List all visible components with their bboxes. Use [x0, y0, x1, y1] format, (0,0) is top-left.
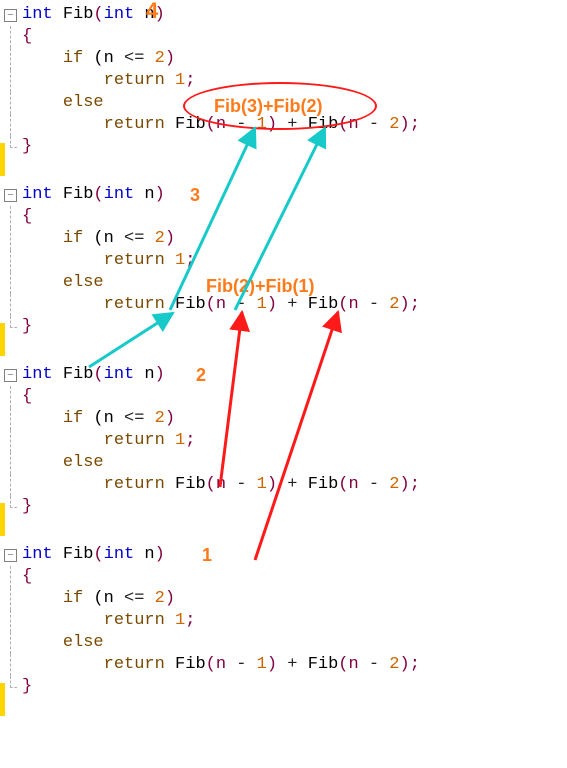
code-line: } [22, 676, 32, 698]
fold-toggle-icon[interactable]: − [4, 9, 17, 22]
code-diagram: − int Fib(int n) { if (n <= 2) return 1;… [0, 0, 567, 768]
code-line: return 1; [22, 250, 195, 272]
code-line: else [22, 92, 104, 114]
fold-toggle-icon[interactable]: − [4, 189, 17, 202]
code-block-1: − int Fib(int n) { if (n <= 2) return 1;… [0, 4, 420, 158]
code-block-3: − int Fib(int n) { if (n <= 2) return 1;… [0, 364, 420, 518]
change-marker [0, 683, 5, 716]
code-line: return 1; [22, 70, 195, 92]
code-line: } [22, 136, 32, 158]
code-block-2: − int Fib(int n) { if (n <= 2) return 1;… [0, 184, 420, 338]
code-line: { [22, 26, 32, 48]
code-line: } [22, 496, 32, 518]
annotation-n4: 4 [146, 0, 158, 22]
code-line: if (n <= 2) [22, 588, 175, 610]
change-marker [0, 323, 5, 356]
code-line: return 1; [22, 430, 195, 452]
fold-toggle-icon[interactable]: − [4, 369, 17, 382]
code-line: } [22, 316, 32, 338]
code-line: int Fib(int n) [22, 544, 165, 566]
code-line: if (n <= 2) [22, 48, 175, 70]
code-line: int Fib(int n) [22, 184, 165, 206]
code-line: { [22, 206, 32, 228]
code-line: return Fib(n - 1) + Fib(n - 2); [22, 654, 420, 676]
change-marker [0, 503, 5, 536]
code-line: return Fib(n - 1) + Fib(n - 2); [22, 474, 420, 496]
code-block-4: − int Fib(int n) { if (n <= 2) return 1;… [0, 544, 420, 698]
code-line: return Fib(n - 1) + Fib(n - 2); [22, 294, 420, 316]
annotation-n3: 3 [190, 184, 200, 206]
code-line: { [22, 386, 32, 408]
code-line: else [22, 632, 104, 654]
annotation-n2: 2 [196, 364, 206, 386]
annotation-fib21: Fib(2)+Fib(1) [206, 275, 315, 297]
code-line: else [22, 452, 104, 474]
fold-toggle-icon[interactable]: − [4, 549, 17, 562]
code-line: else [22, 272, 104, 294]
code-line: int Fib(int n) [22, 364, 165, 386]
change-marker [0, 143, 5, 176]
code-line: int Fib(int n) [22, 4, 165, 26]
code-line: return 1; [22, 610, 195, 632]
code-line: if (n <= 2) [22, 228, 175, 250]
code-line: { [22, 566, 32, 588]
ellipse-annotation [183, 82, 377, 130]
annotation-n1: 1 [202, 544, 212, 566]
code-line: if (n <= 2) [22, 408, 175, 430]
